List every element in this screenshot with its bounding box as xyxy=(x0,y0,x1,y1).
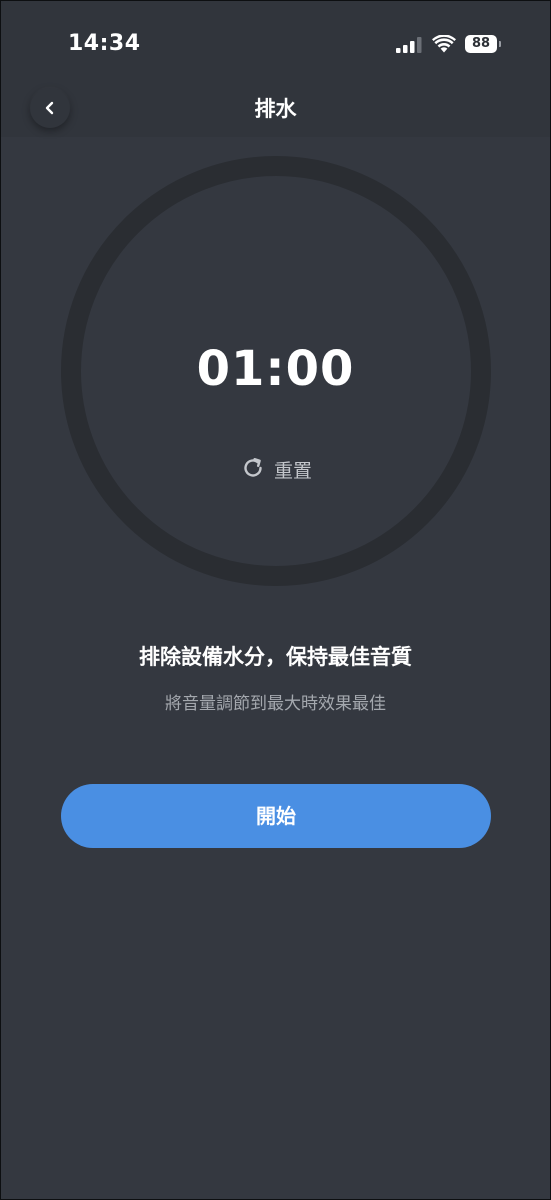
start-button[interactable]: 開始 xyxy=(61,784,491,848)
battery-level: 88 xyxy=(465,35,497,53)
timer-value: 01:00 xyxy=(196,341,355,397)
reset-label: 重置 xyxy=(274,460,313,482)
nav-bar: 排水 xyxy=(1,81,550,137)
status-bar: 14:34 88 xyxy=(1,1,550,81)
headline: 排除設備水分，保持最佳音質 xyxy=(139,645,412,669)
status-time: 14:34 xyxy=(68,31,141,56)
battery-icon: 88 xyxy=(465,35,501,55)
signal-icon xyxy=(396,37,422,53)
page-title: 排水 xyxy=(254,97,297,121)
app-screen: 14:34 88 排水 01:00 重置 排除設備水分，保持最佳音質 將音量調節… xyxy=(0,0,551,1200)
refresh-icon xyxy=(244,458,262,477)
reset-button[interactable]: 重置 xyxy=(226,451,326,485)
wifi-icon xyxy=(432,35,456,53)
hint-text: 將音量調節到最大時效果最佳 xyxy=(165,694,386,714)
